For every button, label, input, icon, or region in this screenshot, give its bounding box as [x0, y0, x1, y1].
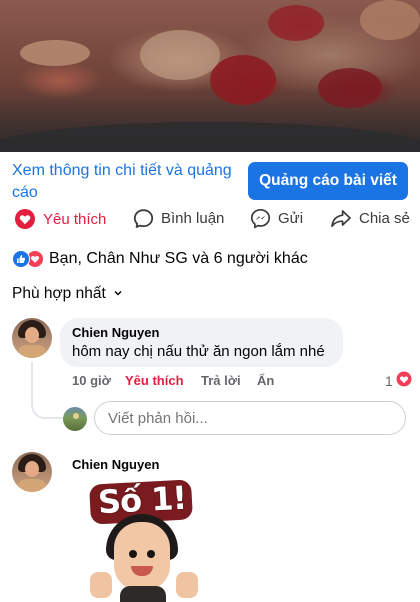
post-photo[interactable]	[0, 0, 420, 152]
chevron-down-icon	[113, 285, 123, 303]
photo-detail	[268, 5, 324, 41]
reply-thread-line	[31, 362, 63, 419]
reply-input[interactable]	[94, 401, 406, 435]
comment-text: hôm nay chị nấu thử ăn ngon lắm nhé	[72, 343, 325, 360]
thumbs-up-hand	[176, 572, 198, 598]
photo-detail	[318, 68, 382, 108]
heart-reaction-icon	[396, 371, 412, 390]
photo-detail	[20, 40, 90, 66]
sticker-eye	[147, 550, 155, 558]
commenter-avatar[interactable]	[12, 452, 52, 492]
pan-edge	[0, 122, 420, 152]
messenger-icon	[250, 208, 271, 229]
reaction-summary-text: Bạn, Chân Như SG và 6 người khác	[49, 250, 308, 267]
post-action-bar: Yêu thích Bình luận Gửi Chia sẻ	[0, 208, 420, 234]
my-avatar	[63, 407, 87, 431]
photo-detail	[140, 30, 220, 80]
send-label: Gửi	[278, 210, 304, 227]
avatar-face	[25, 327, 39, 343]
share-label: Chia sẻ	[359, 210, 410, 227]
thumbs-up-hand	[90, 572, 112, 598]
comment-label: Bình luận	[161, 210, 225, 227]
avatar-body	[17, 345, 47, 358]
comment-bubble[interactable]: Chien Nguyen hôm nay chị nấu thử ăn ngon…	[60, 318, 343, 367]
boost-post-button[interactable]: Quảng cáo bài viết	[248, 162, 408, 200]
comment-reaction-count[interactable]: 1	[385, 371, 412, 390]
share-button[interactable]: Chia sẻ	[330, 208, 410, 229]
ad-cta-bar: Xem thông tin chi tiết và quảng cáo Quản…	[0, 152, 420, 208]
comment-time: 10 giờ	[72, 373, 111, 388]
avatar-sticker[interactable]: Số 1!	[80, 474, 210, 602]
comment-author[interactable]: Chien Nguyen	[72, 325, 159, 340]
comment-like-link[interactable]: Yêu thích	[125, 373, 184, 388]
heart-icon	[14, 208, 36, 230]
comment-sort-dropdown[interactable]: Phù hợp nhất	[12, 285, 123, 303]
ad-info-link[interactable]: Xem thông tin chi tiết và quảng cáo	[12, 160, 240, 204]
sort-label: Phù hợp nhất	[12, 285, 106, 302]
thumbs-up-icon	[12, 250, 30, 268]
sticker-eye	[129, 550, 137, 558]
sticker-face	[114, 522, 170, 590]
reaction-count-number: 1	[385, 372, 393, 389]
avatar-body	[17, 479, 47, 492]
reaction-summary[interactable]: Bạn, Chân Như SG và 6 người khác	[12, 250, 308, 268]
share-arrow-icon	[330, 208, 352, 229]
comment-hide-link[interactable]: Ẩn	[257, 373, 274, 388]
photo-detail	[360, 0, 420, 40]
avatar-face	[25, 461, 39, 477]
commenter-avatar[interactable]	[12, 318, 52, 358]
comment-author[interactable]: Chien Nguyen	[72, 457, 159, 472]
comment-bubble-icon	[133, 208, 154, 229]
like-label: Yêu thích	[43, 210, 107, 228]
like-button[interactable]: Yêu thích	[14, 208, 106, 230]
avatar-detail	[73, 413, 79, 419]
photo-detail	[210, 55, 276, 105]
comment-button[interactable]: Bình luận	[133, 208, 224, 229]
send-button[interactable]: Gửi	[250, 208, 303, 229]
comment-reply-link[interactable]: Trả lời	[201, 373, 241, 388]
